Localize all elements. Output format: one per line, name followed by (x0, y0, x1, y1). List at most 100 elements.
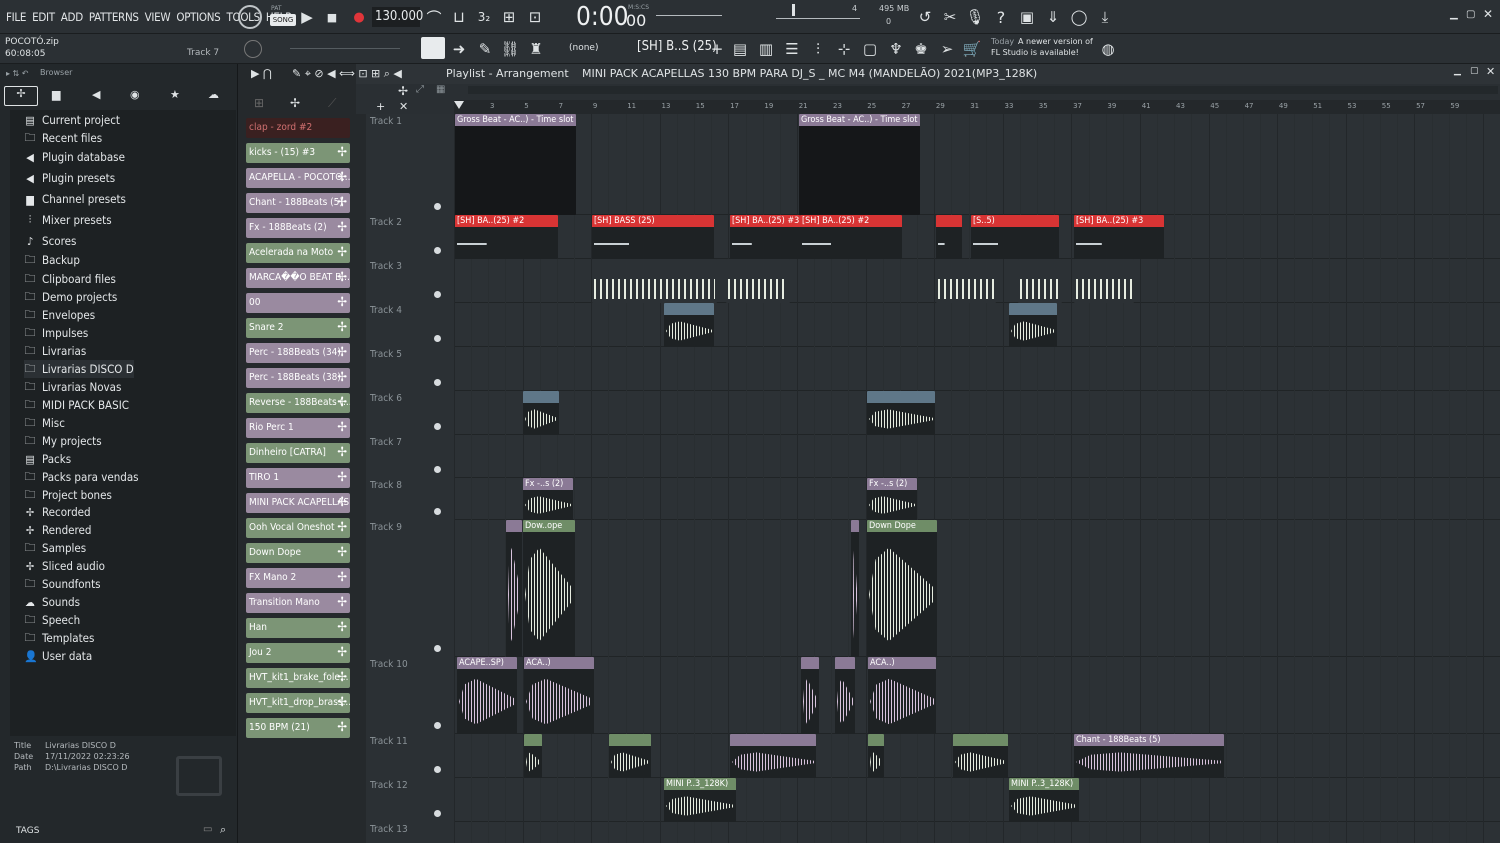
playlist-clip[interactable] (936, 215, 962, 259)
playlist-maximize-icon[interactable]: ▢ (1470, 66, 1479, 76)
master-volume-slider[interactable] (776, 18, 860, 19)
play-icon[interactable]: ▶ (296, 6, 318, 28)
track-lane[interactable] (454, 520, 1500, 657)
channel-add-icon[interactable]: ✢ (337, 368, 347, 388)
browser-files-tab-icon[interactable]: ▆ (52, 88, 60, 101)
arrow-right-icon[interactable]: ➜ (448, 38, 470, 60)
channel-add-icon[interactable]: ✢ (337, 568, 347, 588)
browser-plugins-tab-icon[interactable]: ◀ (92, 88, 100, 101)
download-icon[interactable]: ⤓ (1094, 6, 1116, 28)
track-mute-icon[interactable] (434, 247, 441, 254)
playlist-clip[interactable] (664, 303, 714, 347)
browser-item[interactable]: ◀ Plugin presets (24, 169, 115, 187)
countdown-icon[interactable]: 3₂ (473, 6, 495, 28)
track-name[interactable]: Track 5 (370, 349, 402, 360)
timeline-ruler[interactable]: 3 5 7 9 11 13 15 17 19 21 23 25 27 29 31 33 35 37 39 41 43 45… (454, 100, 1500, 114)
channel-add-icon[interactable]: ✢ (337, 418, 347, 438)
channel-selector[interactable]: (none) (569, 43, 598, 53)
metronome-icon[interactable]: ⌒ (423, 6, 445, 28)
track-mute-icon[interactable] (434, 335, 441, 342)
pattern-selector[interactable]: [SH] B..S (25) (637, 39, 717, 54)
channel-button[interactable]: kicks - (15) #3 ✢ (246, 143, 350, 163)
track-lane[interactable] (454, 822, 1500, 843)
track-mute-icon[interactable] (434, 508, 441, 515)
channel-button[interactable]: Ooh Vocal Oneshot ✢ (246, 518, 350, 538)
channel-button[interactable]: Perc - 188Beats (34) ✢ (246, 343, 350, 363)
remove-track-icon[interactable]: ✕ (399, 100, 408, 113)
track-name[interactable]: Track 1 (370, 116, 402, 127)
playlist-clip[interactable] (609, 734, 651, 778)
channel-button[interactable]: 150 BPM (21) ✢ (246, 718, 350, 738)
picker-patterns-icon[interactable]: ⊞ (254, 96, 264, 110)
track-name[interactable]: Track 13 (370, 824, 408, 835)
channel-button[interactable]: Perc - 188Beats (38) ✢ (246, 368, 350, 388)
channel-add-icon[interactable]: ✢ (337, 168, 347, 188)
channel-add-icon[interactable]: ✢ (337, 593, 347, 613)
channel-add-icon[interactable]: ✢ (337, 718, 347, 738)
channel-add-icon[interactable]: ✢ (337, 643, 347, 663)
tempo-tapper-icon[interactable]: ➢ (936, 38, 958, 60)
playlist-clip[interactable]: Chant - 188Beats (5) (1074, 734, 1224, 778)
track-name[interactable]: Track 3 (370, 261, 402, 272)
playlist-zoom-icon[interactable]: ✢ (398, 84, 408, 98)
track-name[interactable]: Track 7 (370, 437, 402, 448)
channel-button[interactable]: Jou 2 ✢ (246, 643, 350, 663)
undo-icon[interactable]: ↺ (914, 6, 936, 28)
news-line2[interactable]: FL Studio is available! (991, 48, 1079, 57)
track-lane[interactable] (454, 778, 1500, 822)
touch-keyboard-icon[interactable]: ♚ (910, 38, 932, 60)
browser-all-tab-icon[interactable]: ✢ (4, 86, 38, 106)
plugin-icon[interactable]: ♆ (885, 38, 907, 60)
channel-button[interactable]: ACAPELLA - POCOTO... ✢ (246, 168, 350, 188)
new-folder-icon[interactable] (176, 756, 222, 796)
record-icon[interactable]: ● (348, 6, 370, 28)
browser-item[interactable]: 🗀 Livrarias (24, 342, 87, 360)
channel-button[interactable]: Chant - 188Beats (5) ✢ (246, 193, 350, 213)
browser-item[interactable]: 🗀 Speech (24, 611, 81, 629)
channel-button[interactable]: clap - zord #2 (246, 118, 350, 138)
track-mute-icon[interactable] (434, 379, 441, 386)
tempo-display[interactable]: 130.000 (372, 7, 423, 27)
playlist-clip[interactable] (524, 734, 542, 778)
browser-cloud-tab-icon[interactable]: ☁ (208, 88, 219, 101)
browser-item[interactable]: 🗀 Backup (24, 251, 80, 269)
tags-search-icon[interactable]: ⌕ (220, 823, 226, 837)
browser-item[interactable]: ⫶ Mixer presets (24, 211, 112, 229)
channel-button[interactable]: Down Dope ✢ (246, 543, 350, 563)
browser-item[interactable]: 🗀 Templates (24, 629, 95, 647)
playlist-clip[interactable] (592, 259, 717, 303)
browser-item[interactable]: 🗀 Envelopes (24, 306, 96, 324)
channel-button[interactable]: Snare 2 ✢ (246, 318, 350, 338)
track-name[interactable]: Track 2 (370, 217, 402, 228)
channel-add-icon[interactable]: ✢ (337, 218, 347, 238)
channel-button[interactable]: TIRO 1 ✢ (246, 468, 350, 488)
channel-add-icon[interactable]: ✢ (337, 468, 347, 488)
browser-item[interactable]: 🗀 Recent files (24, 129, 103, 147)
channel-add-icon[interactable]: ✢ (337, 518, 347, 538)
channel-button[interactable]: MINI PACK ACAPELLAS... ✢ (246, 493, 350, 513)
playlist-clip[interactable] (730, 734, 816, 778)
playlist-clip[interactable] (835, 657, 855, 734)
playlist-nav-icons[interactable]: ▶ ⋂ (251, 67, 272, 80)
snap-icon[interactable] (421, 37, 445, 59)
playlist-clip[interactable]: Gross Beat - AC..) - Time slot (455, 114, 576, 215)
stop-icon[interactable]: ■ (321, 6, 343, 28)
playlist-clip[interactable]: [SH] BA..(25) #2 (800, 215, 902, 259)
loop-record-icon[interactable]: ⊡ (524, 6, 546, 28)
menu-options[interactable]: OPTIONS (176, 10, 220, 24)
track-lane[interactable] (454, 303, 1500, 347)
channel-add-icon[interactable]: ✢ (337, 668, 347, 688)
channel-add-icon[interactable]: ✢ (337, 618, 347, 638)
browser-item[interactable]: ▤ Current project (24, 111, 120, 129)
channel-button[interactable]: Dinheiro [CATRA] ✢ (246, 443, 350, 463)
browser-item[interactable]: 🗀 Demo projects (24, 288, 118, 306)
track-name[interactable]: Track 11 (370, 736, 408, 747)
track-lane[interactable] (454, 478, 1500, 520)
pencil-icon[interactable]: ✎ (474, 38, 496, 60)
browser-item[interactable]: ♪ Scores (24, 232, 77, 250)
browser-item[interactable]: 🗀 Project bones (24, 486, 112, 504)
track-mute-icon[interactable] (434, 203, 441, 210)
menu-add[interactable]: ADD (61, 10, 83, 24)
playlist-clip[interactable]: Gross Beat - AC..) - Time slot (799, 114, 920, 215)
pattern-song-knob[interactable] (238, 5, 262, 29)
